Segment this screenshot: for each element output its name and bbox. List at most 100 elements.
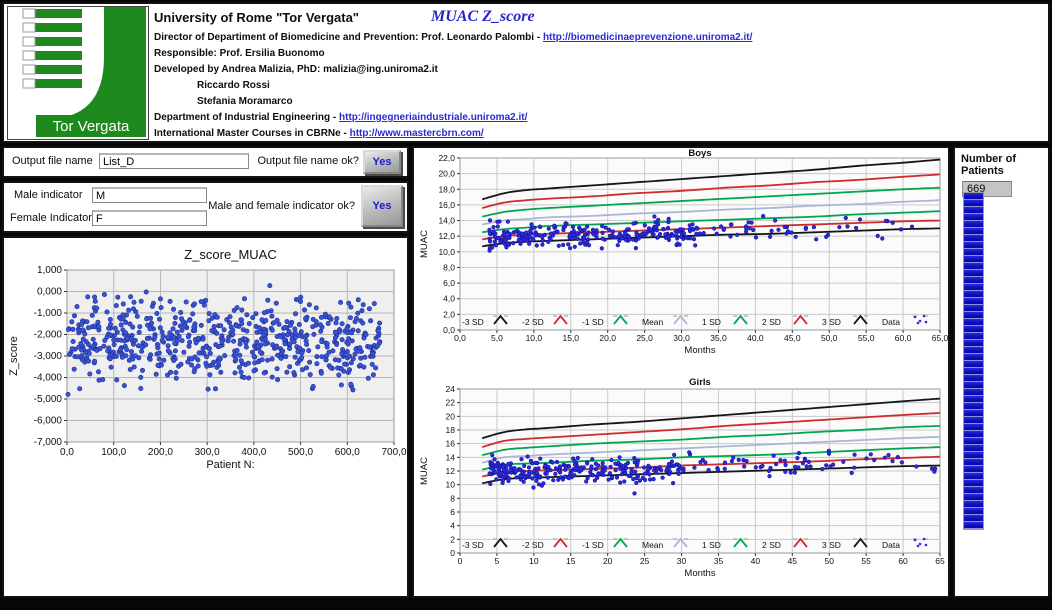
svg-text:1,000: 1,000 [37, 265, 62, 276]
svg-text:Mean: Mean [642, 317, 664, 327]
svg-text:500,0: 500,0 [288, 447, 313, 458]
svg-text:55,0: 55,0 [858, 333, 875, 343]
patients-list-cell [964, 410, 983, 417]
boys-chart[interactable]: -3 SD-2 SD-1 SDMean1 SD2 SD3 SDData0,05,… [414, 148, 948, 377]
svg-text:-3,000: -3,000 [34, 351, 63, 362]
patients-list-cell [964, 354, 983, 361]
tor-vergata-logo: Tor Vergata [7, 6, 149, 140]
svg-text:0: 0 [458, 556, 463, 566]
legend-dots-sample [919, 320, 922, 323]
output-file-input[interactable] [99, 153, 249, 169]
patients-list-cell [964, 389, 983, 396]
svg-text:16,0: 16,0 [438, 200, 455, 210]
header-line: Department of Industrial Engineering - h… [154, 112, 794, 123]
svg-text:Mean: Mean [642, 540, 664, 550]
header-link[interactable]: http://ingegneriaindustriale.uniroma2.it… [339, 112, 527, 123]
svg-text:24: 24 [446, 384, 456, 394]
svg-text:3 SD: 3 SD [822, 540, 841, 550]
svg-text:35,0: 35,0 [710, 333, 727, 343]
svg-text:22,0: 22,0 [438, 153, 455, 163]
patients-list-cell [964, 319, 983, 326]
svg-text:40: 40 [751, 556, 761, 566]
chart-title: Boys [688, 148, 711, 159]
patients-list-cell [964, 438, 983, 445]
svg-text:200,0: 200,0 [148, 447, 173, 458]
svg-text:20,0: 20,0 [438, 169, 455, 179]
svg-text:-1 SD: -1 SD [582, 540, 604, 550]
patients-list-cell [964, 445, 983, 452]
svg-text:2,0: 2,0 [443, 309, 455, 319]
svg-text:12: 12 [446, 466, 456, 476]
svg-text:2: 2 [450, 534, 455, 544]
legend-dots-sample [923, 315, 926, 318]
svg-text:0,000: 0,000 [37, 287, 62, 298]
female-indicator-label: Female Indicator [10, 212, 92, 224]
svg-text:4: 4 [450, 521, 455, 531]
svg-text:-3 SD: -3 SD [462, 540, 484, 550]
output-file-ok-button[interactable]: Yes [363, 150, 401, 174]
patients-list-cell [964, 291, 983, 298]
svg-text:-3 SD: -3 SD [462, 317, 484, 327]
zscore-chart-svg[interactable]: 0,0100,0200,0300,0400,0500,0600,0700,0-7… [4, 238, 407, 473]
boys-chart-svg[interactable]: -3 SD-2 SD-1 SDMean1 SD2 SD3 SDData0,05,… [414, 148, 948, 372]
male-indicator-input[interactable] [92, 187, 207, 203]
svg-text:30: 30 [677, 556, 687, 566]
output-file-label: Output file name [12, 155, 93, 167]
svg-text:1 SD: 1 SD [702, 540, 721, 550]
chart-title: Girls [689, 377, 711, 388]
svg-text:-2 SD: -2 SD [522, 540, 544, 550]
svg-text:-4,000: -4,000 [34, 373, 63, 384]
app-title: MUAC Z_score [431, 8, 535, 26]
svg-text:30,0: 30,0 [673, 333, 690, 343]
svg-text:45: 45 [788, 556, 798, 566]
patients-list-cell [964, 403, 983, 410]
svg-text:50,0: 50,0 [821, 333, 838, 343]
patients-list-cell [964, 487, 983, 494]
patients-list-cell [964, 326, 983, 333]
patients-list-cell [964, 305, 983, 312]
svg-text:600,0: 600,0 [335, 447, 360, 458]
legend-dots-sample [923, 538, 926, 541]
patients-list-cell [964, 249, 983, 256]
girls-chart-svg[interactable]: -3 SD-2 SD-1 SDMean1 SD2 SD3 SDData05101… [414, 377, 948, 601]
svg-text:6,0: 6,0 [443, 278, 455, 288]
header-line: Stefania Moramarco [154, 96, 794, 107]
svg-text:18,0: 18,0 [438, 184, 455, 194]
patients-list-cell [964, 431, 983, 438]
svg-text:45,0: 45,0 [784, 333, 801, 343]
header-line: Riccardo Rossi [154, 80, 794, 91]
patients-list[interactable] [963, 192, 984, 530]
svg-text:Data: Data [882, 317, 900, 327]
svg-text:18: 18 [446, 425, 456, 435]
svg-text:14,0: 14,0 [438, 216, 455, 226]
svg-text:5: 5 [495, 556, 500, 566]
svg-text:40,0: 40,0 [747, 333, 764, 343]
female-indicator-input[interactable] [92, 210, 207, 226]
indicator-ok-button[interactable]: Yes [361, 185, 403, 227]
y-axis-label: MUAC [419, 457, 430, 485]
girls-chart[interactable]: -3 SD-2 SD-1 SDMean1 SD2 SD3 SDData05101… [414, 377, 948, 606]
svg-text:4,0: 4,0 [443, 294, 455, 304]
svg-text:25,0: 25,0 [636, 333, 653, 343]
patients-list-cell [964, 494, 983, 501]
tor-vergata-logo-graphic: Tor Vergata [8, 7, 146, 137]
svg-text:22: 22 [446, 398, 456, 408]
svg-text:10: 10 [446, 480, 456, 490]
logo-text: Tor Vergata [53, 118, 130, 135]
svg-text:300,0: 300,0 [195, 447, 220, 458]
x-axis-label: Patient N: [206, 459, 254, 471]
y-axis-label: Z_score [8, 336, 20, 376]
patients-list-cell [964, 228, 983, 235]
header-link[interactable]: http://biomedicinaeprevenzione.uniroma2.… [543, 32, 752, 43]
svg-text:Data: Data [882, 540, 900, 550]
zscore-chart[interactable]: 0,0100,0200,0300,0400,0500,0600,0700,0-7… [4, 238, 407, 478]
patients-label: Number of Patients [961, 153, 1048, 177]
header-line: Responsible: Prof. Ersilia Buonomo [154, 48, 794, 59]
svg-text:400,0: 400,0 [241, 447, 266, 458]
legend-dots-sample [919, 543, 922, 546]
header-link[interactable]: http://www.mastercbrn.com/ [350, 128, 484, 139]
patients-list-cell [964, 263, 983, 270]
svg-text:6: 6 [450, 507, 455, 517]
svg-text:0: 0 [450, 548, 455, 558]
svg-text:16: 16 [446, 439, 456, 449]
